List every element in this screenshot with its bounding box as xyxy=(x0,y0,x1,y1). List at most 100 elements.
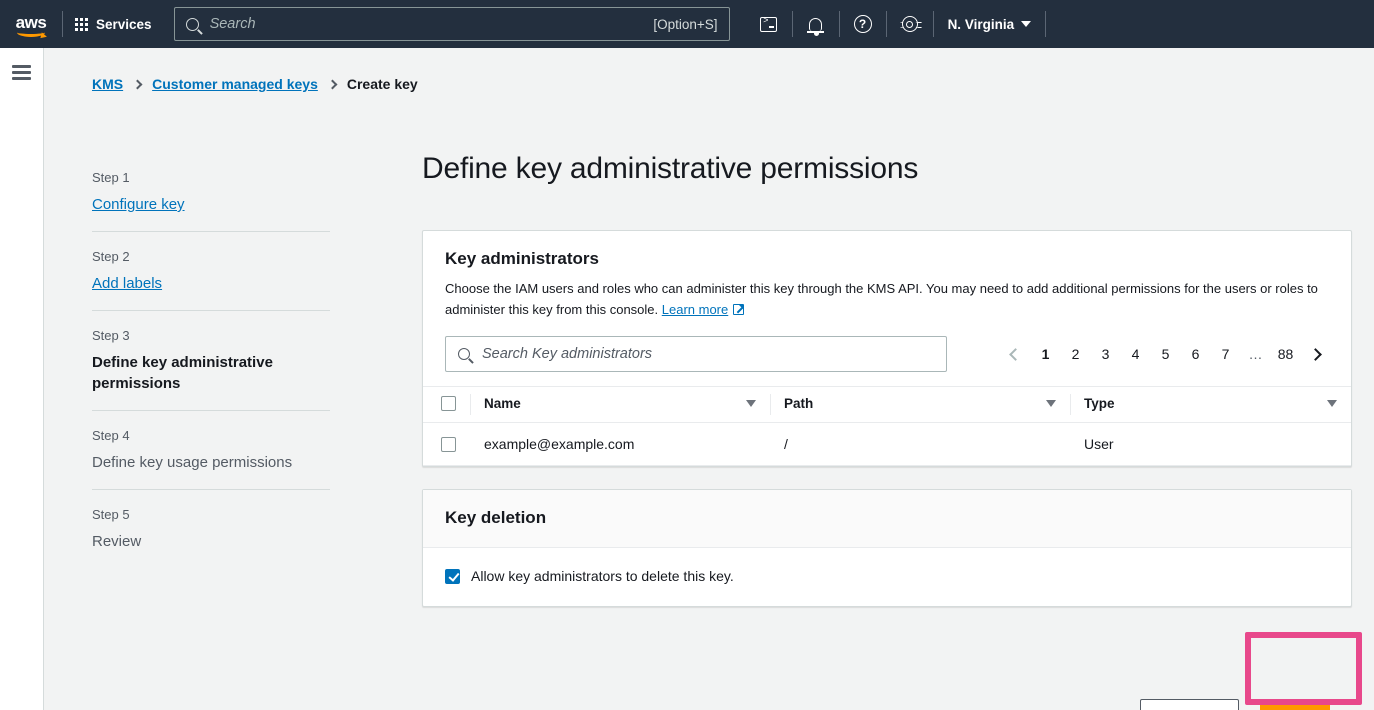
page-content: KMS Customer managed keys Create key Ste… xyxy=(45,48,1374,710)
column-header-path: Path xyxy=(770,386,1070,424)
next-button[interactable]: Next xyxy=(1259,699,1330,710)
breadcrumb-item-customer-managed-keys[interactable]: Customer managed keys xyxy=(152,76,318,92)
key-administrators-description: Choose the IAM users and roles who can a… xyxy=(445,279,1325,320)
step-link-configure-key[interactable]: Configure key xyxy=(92,194,330,215)
pagination-page-3[interactable]: 3 xyxy=(1092,339,1119,369)
row-select-cell xyxy=(423,422,470,467)
search-key-administrators-input[interactable]: Search Key administrators xyxy=(445,336,947,373)
column-label-path: Path xyxy=(784,396,814,412)
wizard-actions: Cancel Previous Next xyxy=(1061,699,1330,710)
next-button-highlight xyxy=(1245,632,1362,705)
wizard-step-4: Step 4 Define key usage permissions xyxy=(92,410,330,489)
search-icon xyxy=(458,348,470,361)
external-link-icon xyxy=(733,303,745,315)
select-all-header xyxy=(423,386,470,424)
column-header-name: Name xyxy=(470,386,770,424)
pagination-page-1[interactable]: 1 xyxy=(1032,339,1059,369)
chevron-right-icon xyxy=(1309,347,1322,361)
chevron-down-icon xyxy=(1021,21,1032,27)
pagination-next-button[interactable] xyxy=(1302,339,1329,369)
pagination-page-4[interactable]: 4 xyxy=(1122,339,1149,369)
pagination: 1 2 3 4 5 6 7 … 88 xyxy=(1002,339,1329,369)
settings-button[interactable] xyxy=(887,0,933,48)
step-number: Step 3 xyxy=(92,328,130,343)
previous-button[interactable]: Previous xyxy=(1139,699,1239,710)
table-row[interactable]: example@example.com / User xyxy=(423,422,1351,467)
help-button[interactable]: ? xyxy=(840,0,886,48)
global-search-placeholder: Search xyxy=(209,16,256,32)
wizard-step-3: Step 3 Define key administrative permiss… xyxy=(92,310,330,410)
pagination-page-88[interactable]: 88 xyxy=(1272,339,1299,369)
column-label-type: Type xyxy=(1084,396,1115,412)
allow-delete-row: Allow key administrators to delete this … xyxy=(445,568,1329,584)
chevron-right-icon xyxy=(132,79,143,89)
pagination-page-2[interactable]: 2 xyxy=(1062,339,1089,369)
pagination-page-7[interactable]: 7 xyxy=(1212,339,1239,369)
select-all-checkbox[interactable] xyxy=(441,396,456,412)
cell-path: / xyxy=(770,422,1070,467)
wizard-step-5: Step 5 Review xyxy=(92,489,330,568)
column-header-type: Type xyxy=(1070,386,1351,424)
step-current-define-key-administrative-permissions: Define key administrative permissions xyxy=(92,354,273,392)
aws-logo[interactable]: aws xyxy=(0,0,62,48)
pagination-ellipsis: … xyxy=(1248,346,1263,363)
table-header: Name Path Type xyxy=(423,386,1351,424)
breadcrumb-item-kms[interactable]: KMS xyxy=(92,76,123,92)
sort-icon[interactable] xyxy=(746,400,756,408)
main-column: Define key administrative permissions Ke… xyxy=(422,152,1352,710)
key-administrators-toolbar: Search Key administrators 1 2 3 4 5 6 7 … xyxy=(423,320,1351,386)
key-deletion-card: Key deletion Allow key administrators to… xyxy=(422,489,1352,608)
row-checkbox[interactable] xyxy=(441,436,456,452)
column-label-name: Name xyxy=(484,396,521,412)
cell-name: example@example.com xyxy=(470,422,770,467)
top-navigation-bar: aws Services Search [Option+S] ? N. Virg… xyxy=(0,0,1374,48)
key-deletion-title: Key deletion xyxy=(445,508,547,528)
key-administrators-header: Key administrators Choose the IAM users … xyxy=(423,231,1351,320)
nav-divider xyxy=(1045,11,1047,37)
step-number: Step 4 xyxy=(92,428,130,443)
sort-icon[interactable] xyxy=(1046,400,1056,408)
services-grid-icon xyxy=(75,17,88,31)
services-menu-label: Services xyxy=(96,16,152,32)
step-label-define-key-usage-permissions: Define key usage permissions xyxy=(92,454,293,471)
cloudshell-icon xyxy=(760,16,778,32)
notifications-bell-icon xyxy=(807,17,825,36)
global-search-input[interactable]: Search [Option+S] xyxy=(173,7,730,41)
learn-more-link[interactable]: Learn more xyxy=(662,302,728,317)
aws-logo-smile-icon xyxy=(17,28,45,37)
step-label-review: Review xyxy=(92,533,142,550)
wizard-step-list: Step 1 Configure key Step 2 Add labels S… xyxy=(92,158,330,568)
notifications-button[interactable] xyxy=(793,0,839,48)
wizard-step-2: Step 2 Add labels xyxy=(92,231,330,310)
cloudshell-button[interactable] xyxy=(746,0,792,48)
step-number: Step 1 xyxy=(92,170,130,185)
page-title: Define key administrative permissions xyxy=(422,152,919,185)
key-administrators-card: Key administrators Choose the IAM users … xyxy=(422,230,1352,468)
step-number: Step 2 xyxy=(92,249,130,264)
settings-gear-icon xyxy=(901,16,918,32)
table-header-row: Name Path Type xyxy=(423,386,1351,424)
hamburger-menu-icon[interactable] xyxy=(12,65,31,80)
nav-icon-group: ? N. Virginia xyxy=(746,0,1047,48)
table-body: example@example.com / User xyxy=(423,422,1351,467)
left-rail xyxy=(0,48,44,710)
cell-type: User xyxy=(1070,422,1351,467)
key-deletion-body: Allow key administrators to delete this … xyxy=(423,548,1351,606)
region-label: N. Virginia xyxy=(947,16,1015,32)
services-menu-button[interactable]: Services xyxy=(63,0,164,48)
search-icon xyxy=(185,17,199,31)
key-deletion-header: Key deletion xyxy=(423,490,1351,549)
help-question-icon: ? xyxy=(853,15,872,33)
pagination-page-6[interactable]: 6 xyxy=(1182,339,1209,369)
region-selector[interactable]: N. Virginia xyxy=(934,0,1046,48)
chevron-left-icon xyxy=(1009,347,1022,361)
step-link-add-labels[interactable]: Add labels xyxy=(92,273,330,294)
sort-icon[interactable] xyxy=(1327,400,1337,408)
wizard-step-1: Step 1 Configure key xyxy=(92,158,330,231)
step-number: Step 5 xyxy=(92,507,130,522)
description-text: Choose the IAM users and roles who can a… xyxy=(445,281,1318,317)
allow-delete-label[interactable]: Allow key administrators to delete this … xyxy=(471,568,734,584)
pagination-previous-button[interactable] xyxy=(1002,339,1029,369)
pagination-page-5[interactable]: 5 xyxy=(1152,339,1179,369)
allow-delete-checkbox[interactable] xyxy=(445,568,460,584)
